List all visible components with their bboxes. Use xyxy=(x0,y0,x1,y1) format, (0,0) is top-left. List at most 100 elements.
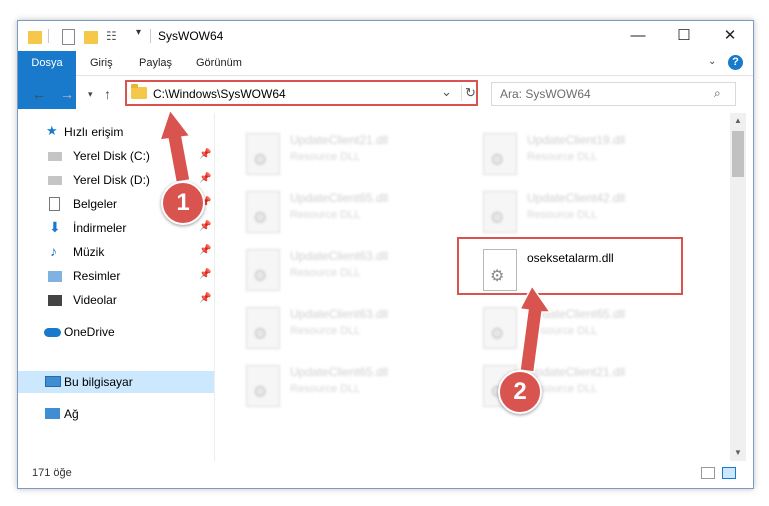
properties-icon[interactable] xyxy=(62,29,75,45)
file-item[interactable]: UpdateClient65.dll Resource DLL xyxy=(238,183,466,241)
sidebar-item-label: Ağ xyxy=(64,407,79,421)
sidebar-item-music[interactable]: ♪ Müzik 📌 xyxy=(18,241,214,263)
sidebar-item-label: Videolar xyxy=(73,293,117,307)
file-name: UpdateClient65.dll xyxy=(290,365,389,379)
refresh-icon[interactable]: ↻ xyxy=(461,85,476,101)
details-view-icon[interactable] xyxy=(701,467,715,479)
sidebar-item-this-pc[interactable]: Bu bilgisayar xyxy=(18,371,214,393)
pin-icon: 📌 xyxy=(199,293,212,304)
file-name: UpdateClient63.dll xyxy=(290,249,389,263)
up-icon[interactable]: ↑ xyxy=(104,86,111,102)
sidebar-item-label: Hızlı erişim xyxy=(64,125,124,139)
sidebar-item-network[interactable]: Ağ xyxy=(18,403,214,425)
sidebar-item-label: Bu bilgisayar xyxy=(64,375,133,389)
document-icon xyxy=(49,197,60,211)
recent-locations-icon[interactable]: ▾ xyxy=(88,89,93,100)
sidebar-item-label: Belgeler xyxy=(73,197,118,211)
minimize-button[interactable]: — xyxy=(615,21,661,51)
sidebar-item-label: İndirmeler xyxy=(73,221,127,235)
file-item[interactable]: UpdateClient65.dll Resource DLL xyxy=(238,357,466,415)
separator xyxy=(48,29,49,43)
sidebar-item-label: Yerel Disk (D:) xyxy=(73,173,150,187)
scrollbar-thumb[interactable] xyxy=(732,131,744,177)
step-badge-2: 2 xyxy=(498,370,542,414)
view-icon[interactable]: ☷ xyxy=(106,29,117,47)
scroll-down-icon[interactable]: ▼ xyxy=(730,445,746,461)
pin-icon: 📌 xyxy=(199,269,212,280)
file-type: Resource DLL xyxy=(290,383,361,395)
pictures-icon xyxy=(48,271,62,282)
search-input[interactable]: Ara: SysWOW64 xyxy=(500,87,591,101)
tab-home[interactable]: Giriş xyxy=(90,51,113,75)
sidebar-item-onedrive[interactable]: OneDrive xyxy=(18,321,214,343)
sidebar-item-label: Resimler xyxy=(73,269,121,283)
vertical-scrollbar[interactable]: ▲ ▼ xyxy=(730,113,746,461)
folder-icon xyxy=(131,84,147,99)
dll-file-icon xyxy=(246,191,280,233)
file-item[interactable]: UpdateClient19.dll Resource DLL xyxy=(475,125,703,183)
highlight-box xyxy=(457,237,683,295)
help-icon[interactable]: ? xyxy=(728,55,743,70)
computer-icon xyxy=(45,376,61,387)
search-icon[interactable]: ⌕ xyxy=(714,86,721,101)
customize-quick-access-icon[interactable]: ▾ xyxy=(136,27,141,45)
file-item[interactable]: UpdateClient65.dll Resource DLL xyxy=(475,299,703,357)
file-name: UpdateClient21.dll xyxy=(527,365,626,379)
title-bar: ☷ ▾ SysWOW64 — ☐ ✕ xyxy=(18,21,753,51)
file-item[interactable]: UpdateClient21.dll Resource DLL xyxy=(238,125,466,183)
pin-icon: 📌 xyxy=(199,173,212,184)
file-type: Resource DLL xyxy=(527,325,598,337)
dll-file-icon xyxy=(246,365,280,407)
file-type: Resource DLL xyxy=(290,209,361,221)
sidebar-item-videos[interactable]: Videolar 📌 xyxy=(18,289,214,311)
window-title: SysWOW64 xyxy=(158,29,224,43)
sidebar-item-quick-access[interactable]: ★ Hızlı erişim xyxy=(18,121,214,143)
tab-share[interactable]: Paylaş xyxy=(139,51,172,75)
sidebar-item-drive-c[interactable]: Yerel Disk (C:) 📌 xyxy=(18,145,214,167)
download-icon: ⬇ xyxy=(49,219,61,235)
large-icons-view-icon[interactable] xyxy=(722,467,736,479)
sidebar-item-label: Yerel Disk (C:) xyxy=(73,149,150,163)
dll-file-icon xyxy=(483,307,517,349)
music-icon: ♪ xyxy=(50,243,57,259)
back-icon[interactable]: ← xyxy=(32,86,46,102)
star-icon: ★ xyxy=(46,123,58,138)
forward-icon[interactable]: → xyxy=(60,86,74,102)
file-type: Resource DLL xyxy=(290,267,361,279)
network-icon xyxy=(45,408,60,419)
tab-view[interactable]: Görünüm xyxy=(196,51,242,75)
sidebar-item-label: OneDrive xyxy=(64,325,115,339)
drive-icon xyxy=(48,152,62,161)
expand-ribbon-icon[interactable]: ⌄ xyxy=(708,56,716,67)
sidebar-item-pictures[interactable]: Resimler 📌 xyxy=(18,265,214,287)
close-button[interactable]: ✕ xyxy=(707,21,753,51)
step-badge-1: 1 xyxy=(161,181,205,225)
file-type: Resource DLL xyxy=(290,151,361,163)
address-bar[interactable]: C:\Windows\SysWOW64 ⌄ ↻ xyxy=(125,80,478,106)
file-name: UpdateClient42.dll xyxy=(527,191,626,205)
file-item[interactable]: UpdateClient63.dll Resource DLL xyxy=(238,299,466,357)
pin-icon: 📌 xyxy=(199,245,212,256)
dll-file-icon xyxy=(246,249,280,291)
maximize-button[interactable]: ☐ xyxy=(661,21,707,51)
folder-icon[interactable] xyxy=(28,31,42,44)
file-name: UpdateClient21.dll xyxy=(290,133,389,147)
address-dropdown-icon[interactable]: ⌄ xyxy=(441,84,452,100)
status-bar: 171 öğe xyxy=(18,461,753,487)
file-name: UpdateClient63.dll xyxy=(290,307,389,321)
drive-icon xyxy=(48,176,62,185)
search-box[interactable]: Ara: SysWOW64 ⌕ xyxy=(491,82,736,106)
file-item[interactable]: UpdateClient63.dll Resource DLL xyxy=(238,241,466,299)
dll-file-icon xyxy=(483,133,517,175)
item-count: 171 öğe xyxy=(32,467,72,479)
navigation-bar: ← → ▾ ↑ C:\Windows\SysWOW64 ⌄ ↻ Ara: Sys… xyxy=(18,76,753,112)
address-path[interactable]: C:\Windows\SysWOW64 xyxy=(153,87,286,101)
file-item[interactable]: UpdateClient42.dll Resource DLL xyxy=(475,183,703,241)
dll-file-icon xyxy=(246,133,280,175)
sidebar-item-label: Müzik xyxy=(73,245,105,259)
pin-icon: 📌 xyxy=(199,149,212,160)
file-name: UpdateClient65.dll xyxy=(527,307,626,321)
scroll-up-icon[interactable]: ▲ xyxy=(730,113,746,129)
separator xyxy=(150,29,151,43)
new-folder-icon[interactable] xyxy=(84,31,98,44)
